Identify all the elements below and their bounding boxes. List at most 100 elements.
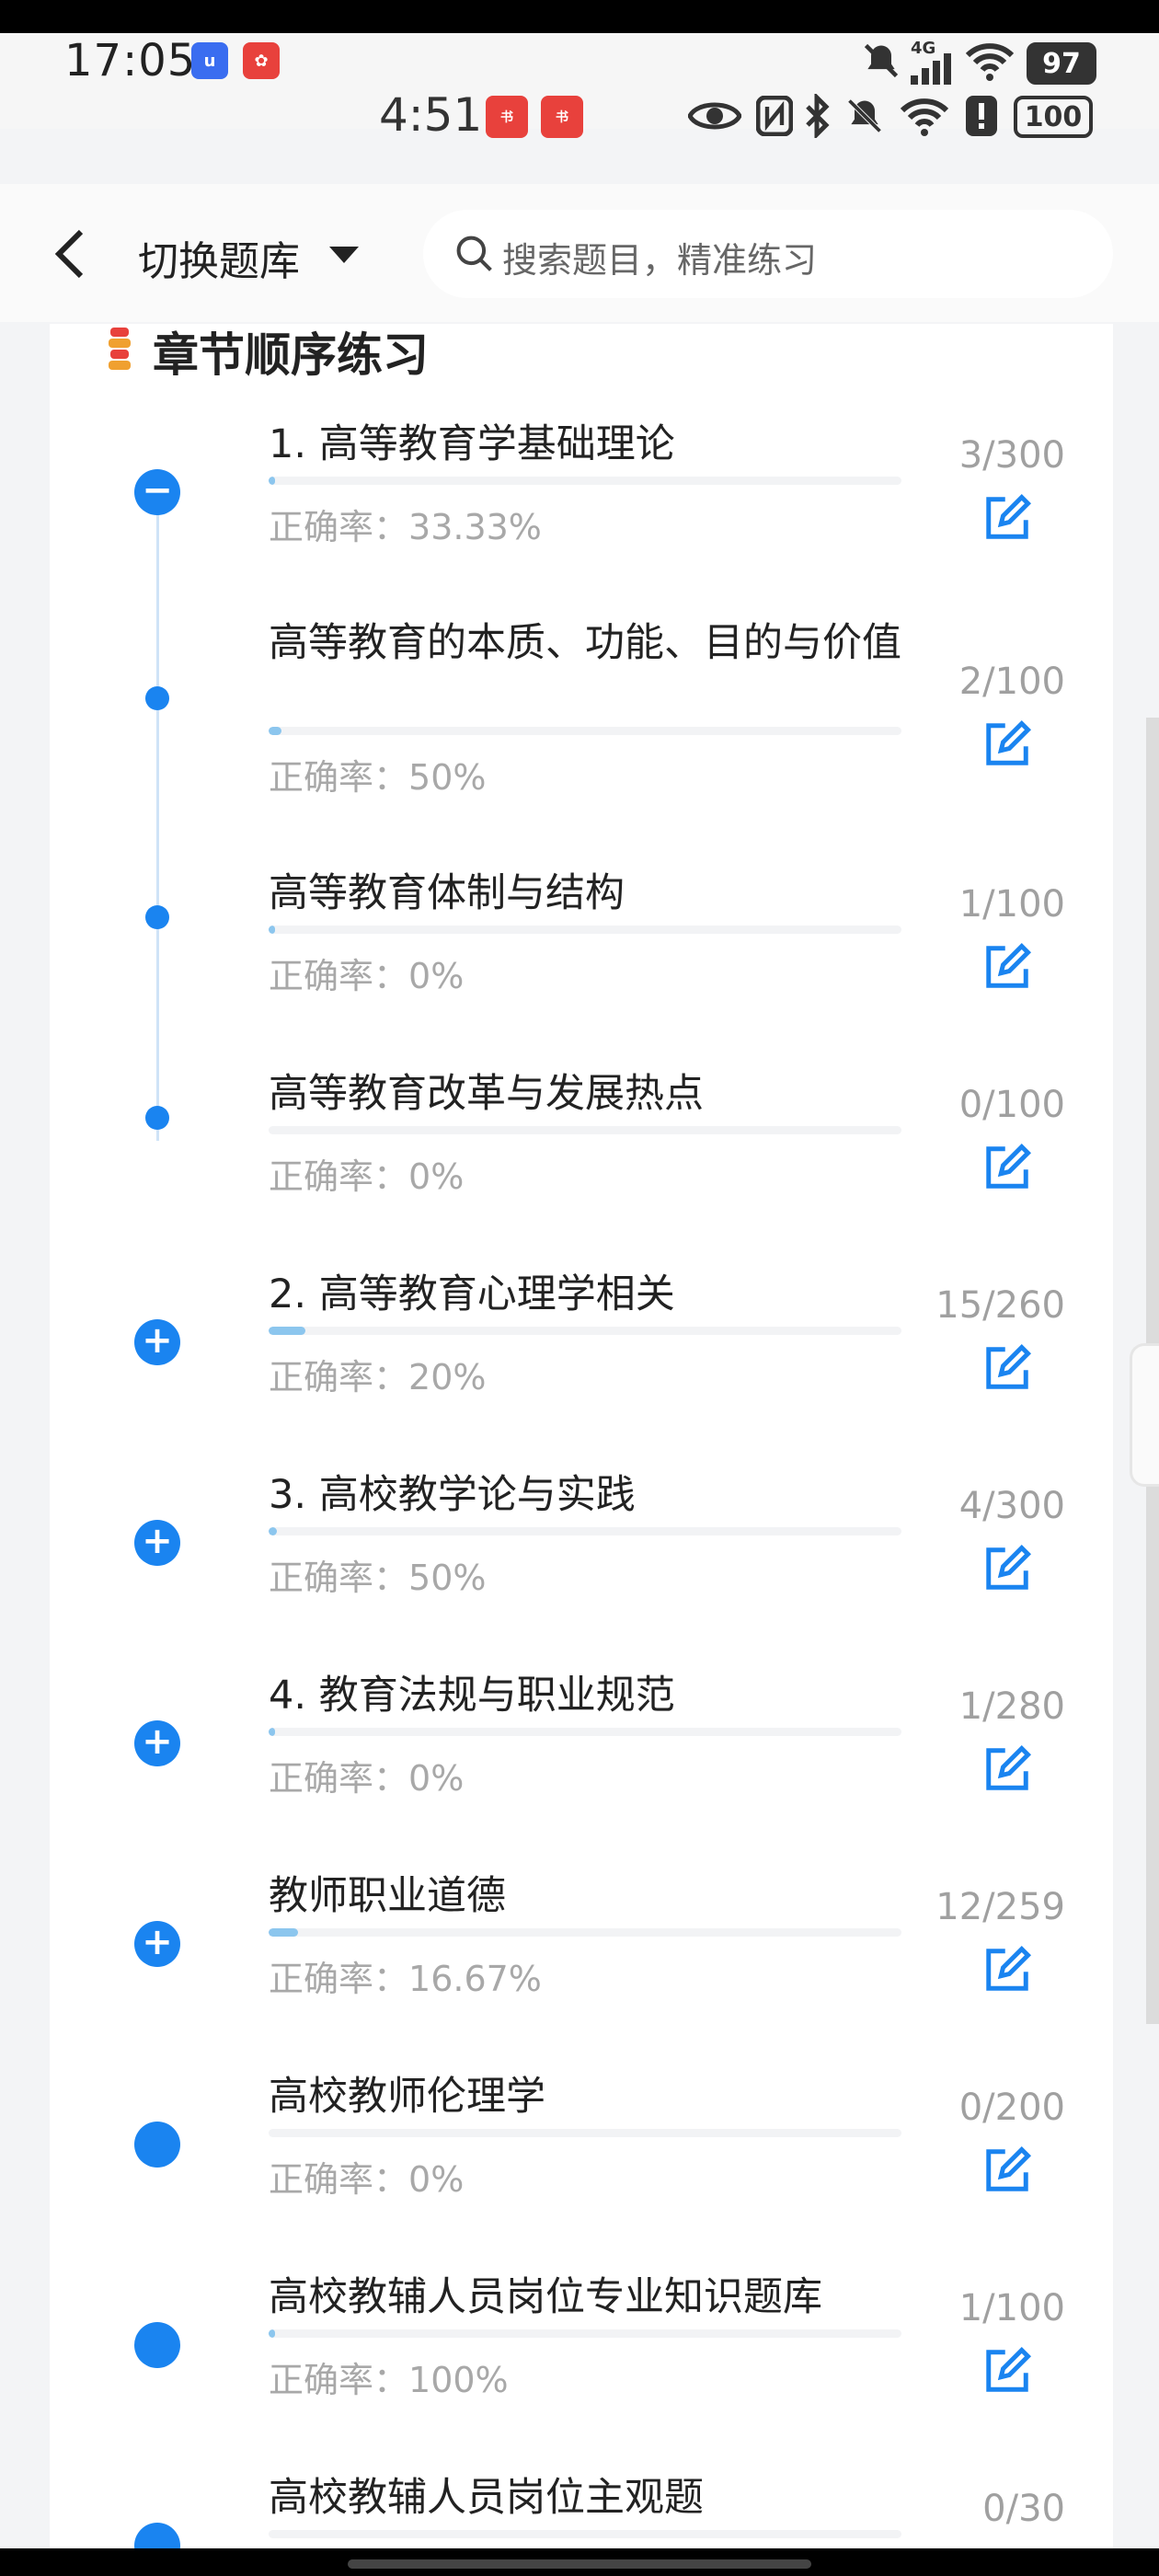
chapter-title[interactable]: 1. 高等教育学基础理论 <box>269 420 912 469</box>
accuracy-text: 正确率：33.33% <box>269 499 542 549</box>
accuracy-text: 正确率：100% <box>269 2352 509 2402</box>
chapter-title[interactable]: 教师职业道德 <box>269 1871 912 1921</box>
accuracy-label: 正确率： <box>269 956 409 996</box>
chapter-title[interactable]: 2. 高等教育心理学相关 <box>269 1270 912 1319</box>
progress-bar <box>269 477 901 485</box>
chapter-title[interactable]: 3. 高校教学论与实践 <box>269 1470 912 1520</box>
chapter-dot-icon <box>134 2122 180 2168</box>
side-drawer-handle[interactable] <box>1130 1343 1159 1487</box>
progress-bar <box>269 2129 901 2137</box>
bluetooth-icon <box>806 94 830 138</box>
chapter-dot-icon <box>134 2322 180 2368</box>
accuracy-label: 正确率： <box>269 2360 409 2400</box>
accuracy-label: 正确率： <box>269 757 409 798</box>
accuracy-text: 正确率：0% <box>269 2151 464 2202</box>
search-icon <box>456 236 492 271</box>
notification-app-icon: u <box>191 42 228 79</box>
progress-bar <box>269 2329 901 2338</box>
edit-practice-icon[interactable] <box>982 493 1032 543</box>
edit-practice-icon[interactable] <box>982 1744 1032 1794</box>
edit-practice-icon[interactable] <box>982 1544 1032 1593</box>
question-count: 0/200 <box>958 2087 1065 2129</box>
search-placeholder: 搜索题目，精准练习 <box>502 240 818 281</box>
caret-down-icon[interactable] <box>329 247 359 263</box>
question-count: 4/300 <box>958 1485 1065 1527</box>
edit-practice-icon[interactable] <box>982 942 1032 992</box>
accuracy-value: 33.33% <box>408 507 542 547</box>
accuracy-text: 正确率：0% <box>269 1750 464 1800</box>
accuracy-value: 0% <box>408 2159 465 2200</box>
firecracker-icon <box>109 328 131 370</box>
expand-plus-icon[interactable]: + <box>134 1921 180 1967</box>
accuracy-label: 正确率： <box>269 2159 409 2200</box>
collapse-minus-icon[interactable]: − <box>134 469 180 515</box>
edit-practice-icon[interactable] <box>982 2145 1032 2195</box>
mute-bell-icon <box>847 98 882 133</box>
progress-fill <box>269 727 281 735</box>
progress-bar <box>269 1126 901 1134</box>
top-black-strip <box>0 0 1159 33</box>
expand-plus-icon[interactable]: + <box>134 1720 180 1766</box>
question-count: 0/30 <box>982 2488 1065 2530</box>
chapter-title[interactable]: 4. 教育法规与职业规范 <box>269 1671 912 1720</box>
accuracy-label: 正确率： <box>269 1959 409 1999</box>
accuracy-text: 正确率：20% <box>269 1349 486 1399</box>
accuracy-value: 16.67% <box>408 1959 542 1999</box>
expand-plus-icon[interactable]: + <box>134 1319 180 1365</box>
section-title: 章节顺序练习 <box>153 328 429 382</box>
accuracy-text: 正确率：0% <box>269 1148 464 1199</box>
chapter-title[interactable]: 高等教育的本质、功能、目的与价值 <box>269 618 912 668</box>
alert-icon <box>966 96 997 136</box>
accuracy-text: 正确率：16.67% <box>269 1950 542 2001</box>
edit-practice-icon[interactable] <box>982 1343 1032 1393</box>
notification-app-icon: 书 <box>541 96 583 138</box>
edit-practice-icon[interactable] <box>982 1945 1032 1995</box>
chapter-title[interactable]: 高校教辅人员岗位专业知识题库 <box>269 2272 912 2322</box>
outer-battery-indicator: 97 <box>1027 42 1096 85</box>
chapter-title[interactable]: 高校教辅人员岗位主观题 <box>269 2473 912 2523</box>
progress-bar <box>269 1928 901 1937</box>
edit-practice-icon[interactable] <box>982 719 1032 769</box>
progress-fill <box>269 1527 277 1535</box>
question-count: 2/100 <box>958 661 1065 703</box>
progress-fill <box>269 477 275 485</box>
chapter-title[interactable]: 高等教育体制与结构 <box>269 868 912 918</box>
accuracy-value: 0% <box>408 1758 465 1799</box>
accuracy-value: 100% <box>408 2360 509 2400</box>
timeline-dot-icon <box>145 905 169 929</box>
chapter-title[interactable]: 高校教师伦理学 <box>269 2072 912 2122</box>
notification-app-icon: ✿ <box>243 42 280 79</box>
accuracy-label: 正确率： <box>269 1558 409 1598</box>
question-count: 15/260 <box>935 1284 1065 1327</box>
wifi-icon <box>900 98 949 136</box>
wifi-icon <box>966 43 1014 81</box>
accuracy-label: 正确率： <box>269 1357 409 1397</box>
chapter-title[interactable]: 高等教育改革与发展热点 <box>269 1069 912 1119</box>
accuracy-value: 20% <box>408 1357 487 1397</box>
question-count: 1/100 <box>958 2287 1065 2329</box>
edit-practice-icon[interactable] <box>982 2346 1032 2396</box>
progress-bar <box>269 1527 901 1535</box>
progress-fill <box>269 2329 275 2338</box>
switch-question-bank-button[interactable]: 切换题库 <box>138 228 300 287</box>
question-count: 3/300 <box>958 434 1065 477</box>
outer-status-time: 17:05 <box>64 35 197 86</box>
eye-icon <box>688 102 741 130</box>
accuracy-value: 0% <box>408 1156 465 1197</box>
timeline-dot-icon <box>145 1106 169 1130</box>
progress-bar <box>269 926 901 934</box>
edit-practice-icon[interactable] <box>982 1143 1032 1192</box>
accuracy-text: 正确率：0% <box>269 948 464 998</box>
notification-app-icon: 书 <box>486 96 528 138</box>
progress-fill <box>269 926 275 934</box>
accuracy-text: 正确率：50% <box>269 1549 486 1600</box>
question-count: 0/100 <box>958 1084 1065 1126</box>
accuracy-value: 50% <box>408 757 487 798</box>
accuracy-label: 正确率： <box>269 1156 409 1197</box>
progress-fill <box>269 1728 275 1736</box>
home-indicator[interactable] <box>348 2559 811 2569</box>
accuracy-value: 0% <box>408 956 465 996</box>
accuracy-label: 正确率： <box>269 507 409 547</box>
back-arrow-icon[interactable] <box>52 226 88 282</box>
expand-plus-icon[interactable]: + <box>134 1520 180 1566</box>
